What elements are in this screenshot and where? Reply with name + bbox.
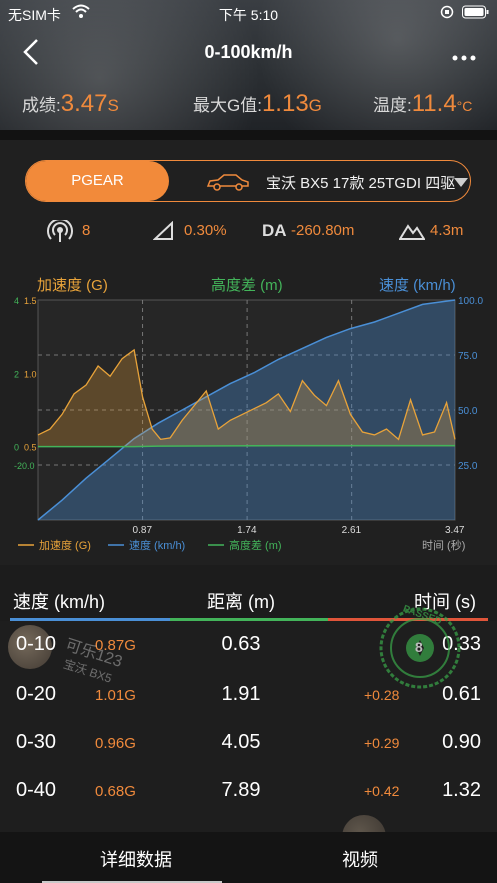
- pgear-button[interactable]: PGEAR: [26, 161, 169, 201]
- row-time-delta: +0.42: [364, 783, 400, 799]
- x-tick-label: 2.61: [342, 525, 362, 536]
- legend-label: 速度 (km/h): [129, 538, 185, 552]
- speed-accel-chart: 1.5 1.0 0.5 4 2 0 -20.0 100.0 75.0 50.0 25.0 0.87 1.…: [14, 296, 483, 552]
- chart-panel: PGEAR 宝沃 BX5 17款 25TGDI 四驱 8 0.30% DA -2…: [0, 140, 497, 565]
- device-selector[interactable]: PGEAR 宝沃 BX5 17款 25TGDI 四驱: [25, 160, 471, 202]
- tab-video[interactable]: 视频: [342, 846, 378, 872]
- row-time-delta: +0.29: [364, 735, 400, 751]
- speed-tick-label: 25.0: [458, 461, 478, 472]
- temperature-stat: 温度:11.4°C: [373, 90, 472, 118]
- orientation-lock-icon: [440, 5, 454, 22]
- legend-label: 加速度 (G): [39, 538, 91, 552]
- score-value: 3.47: [60, 90, 108, 117]
- da-label: DA: [262, 221, 287, 240]
- x-tick-label: 3.47: [445, 525, 465, 536]
- car-icon: [206, 173, 250, 196]
- car-model-text: 宝沃 BX5 17款 25TGDI 四驱: [266, 175, 456, 192]
- speed-tick-label: 50.0: [458, 406, 478, 417]
- speed-tick-label: 75.0: [458, 351, 478, 362]
- temperature-unit: °C: [456, 98, 473, 114]
- altitude-value: 4.3m: [430, 222, 464, 239]
- distance-column-header: 距离 (m): [207, 592, 275, 612]
- accel-tick-label: 1.0: [24, 369, 37, 379]
- speed-column-header: 速度 (km/h): [13, 592, 105, 612]
- bottom-tab-bar: 详细数据 视频: [0, 832, 497, 883]
- mountain-icon: [398, 221, 426, 245]
- dropdown-arrow-icon[interactable]: [454, 178, 468, 187]
- height-tick-label: 4: [14, 296, 19, 306]
- max-g-value: 1.13: [261, 90, 309, 117]
- x-tick-label: 0.87: [133, 525, 153, 536]
- header-area: 无SIM卡 下午 5:10 0-100km/h 成绩:3.47S 最大G值:1.…: [0, 0, 497, 130]
- tab-detail-data[interactable]: 详细数据: [100, 846, 172, 872]
- speed-column-bar: [10, 618, 170, 621]
- accel-tick-label: 1.5: [24, 296, 37, 306]
- summary-stats: 成绩:3.47S 最大G值:1.13G 温度:11.4°C: [0, 88, 497, 122]
- legend-label: 高度差 (m): [229, 538, 282, 552]
- slope-value: 0.30%: [184, 222, 227, 239]
- score-label: 成绩:: [22, 96, 61, 115]
- max-g-unit: G: [308, 96, 322, 115]
- row-time: 1.32: [442, 779, 481, 801]
- passed-stamp-icon: PASSED 8: [378, 603, 462, 690]
- table-row: 0-30 0.96G 4.05 +0.29 0.90: [0, 731, 497, 779]
- row-distance: 7.89: [221, 779, 261, 801]
- nav-bar: 0-100km/h: [0, 32, 497, 72]
- da-value: -260.80m: [291, 222, 355, 239]
- height-tick-label: 0: [14, 443, 19, 453]
- page-title: 0-100km/h: [204, 42, 293, 62]
- more-button[interactable]: [452, 48, 476, 66]
- score-stat: 成绩:3.47S: [22, 90, 119, 118]
- slope-icon: [152, 220, 175, 245]
- height-tick-label: 2: [14, 369, 19, 379]
- battery-icon: [462, 5, 490, 22]
- row-time: 0.90: [442, 731, 481, 753]
- x-tick-label: 1.74: [237, 525, 257, 536]
- max-g-stat: 最大G值:1.13G: [193, 90, 322, 118]
- satellite-icon: [47, 218, 73, 248]
- accel-tick-label: 0.5: [24, 443, 37, 453]
- more-icon: [452, 55, 476, 61]
- metrics-row: 8 0.30% DA -260.80m 4.3m: [0, 218, 497, 248]
- status-bar: 无SIM卡 下午 5:10: [0, 0, 497, 26]
- max-g-label: 最大G值:: [193, 96, 262, 115]
- speed-tick-label: 100.0: [458, 296, 483, 307]
- stamp-number: 8: [415, 639, 423, 655]
- row-distance: 4.05: [221, 731, 261, 753]
- height-tick-label: -20.0: [14, 461, 35, 471]
- temperature-value: 11.4: [411, 90, 457, 117]
- table-row: 0-40 0.68G 7.89 +0.42 1.32: [0, 779, 497, 827]
- score-unit: S: [107, 96, 119, 115]
- x-axis-label: 时间 (秒): [422, 538, 465, 552]
- temperature-label: 温度:: [373, 96, 412, 115]
- satellite-count: 8: [82, 222, 91, 239]
- distance-column-bar: [170, 618, 328, 621]
- clock: 下午 5:10: [218, 7, 279, 23]
- divider: [0, 130, 497, 140]
